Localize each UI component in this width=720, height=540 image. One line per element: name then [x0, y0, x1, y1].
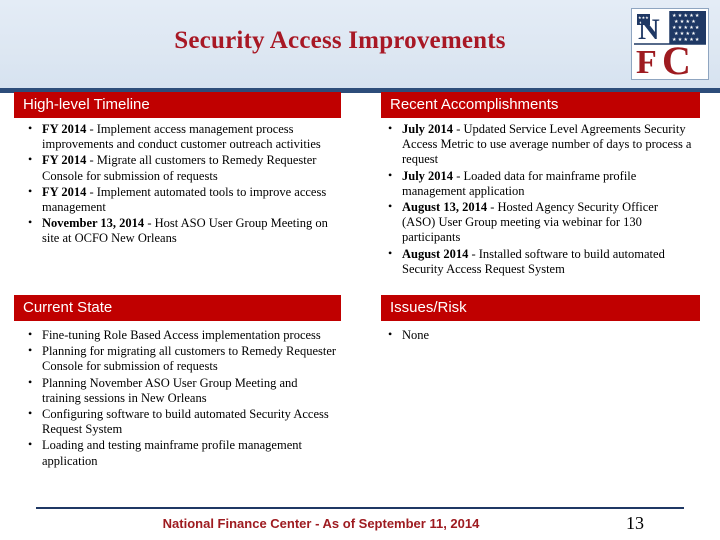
list-item: Planning November ASO User Group Meeting… [26, 375, 338, 406]
current-state-list: Fine-tuning Role Based Access implementa… [26, 327, 338, 470]
accomplishments-list: July 2014 - Updated Service Level Agreem… [386, 121, 692, 278]
footer-divider-rule [36, 507, 684, 509]
list-item: July 2014 - Loaded data for mainframe pr… [386, 168, 692, 199]
svg-text:F: F [636, 44, 657, 77]
list-item-text: Planning November ASO User Group Meeting… [42, 375, 298, 405]
list-item-text: Loading and testing mainframe profile ma… [42, 438, 302, 468]
nfc-logo: ★ ★ ★ ★ ★ ★ ★ ★ ★ ★ ★ ★ ★ ★ ★ ★ ★ ★ ★ ★ … [631, 8, 709, 80]
list-item: Loading and testing mainframe profile ma… [26, 437, 338, 468]
list-item: Configuring software to build automated … [26, 406, 338, 437]
list-item-lead: FY 2014 [42, 122, 87, 136]
nfc-logo-artwork: ★ ★ ★ ★ ★ ★ ★ ★ ★ ★ ★ ★ ★ ★ ★ ★ ★ ★ ★ ★ … [634, 11, 706, 77]
svg-text:★ ★ ★ ★: ★ ★ ★ ★ [674, 19, 696, 25]
list-item-text: Fine-tuning Role Based Access implementa… [42, 328, 321, 342]
list-item-text: None [402, 328, 430, 342]
panel-heading-accomplishments: Recent Accomplishments [381, 92, 700, 118]
list-item-lead: FY 2014 [42, 184, 87, 199]
panel-heading-issues-risk: Issues/Risk [381, 295, 700, 321]
list-item: FY 2014 - Migrate all customers to Remed… [26, 152, 338, 183]
panel-heading-current-state: Current State [14, 295, 341, 321]
svg-text:N: N [638, 13, 660, 46]
list-item: Planning for migrating all customers to … [26, 343, 338, 374]
list-item: November 13, 2014 - Host ASO User Group … [26, 215, 338, 246]
timeline-list: FY 2014 - Implement access management pr… [26, 121, 338, 248]
list-item-text: Planning for migrating all customers to … [42, 344, 337, 374]
list-item-lead: August 13, 2014 [402, 200, 488, 215]
list-item-lead: FY 2014 [42, 153, 87, 168]
list-item-lead: November 13, 2014 [42, 216, 145, 231]
footer-text: National Finance Center - As of Septembe… [162, 516, 480, 531]
list-item: August 2014 - Installed software to buil… [386, 246, 692, 277]
list-item-lead: July 2014 [402, 168, 454, 183]
nfc-logo-icon: ★ ★ ★ ★ ★ ★ ★ ★ ★ ★ ★ ★ ★ ★ ★ ★ ★ ★ ★ ★ … [634, 11, 706, 77]
slide: Security Access Improvements ★ ★ ★ ★ ★ ★… [0, 0, 720, 540]
list-item-lead: July 2014 [402, 122, 454, 136]
page-number: 13 [626, 513, 644, 533]
list-item: None [386, 327, 692, 343]
list-item: FY 2014 - Implement automated tools to i… [26, 184, 338, 215]
list-item: FY 2014 - Implement access management pr… [26, 121, 338, 152]
list-item: Fine-tuning Role Based Access implementa… [26, 327, 338, 343]
page-title: Security Access Improvements [174, 27, 506, 54]
panel-heading-timeline: High-level Timeline [14, 92, 341, 118]
list-item: August 13, 2014 - Hosted Agency Security… [386, 199, 692, 246]
list-item: July 2014 - Updated Service Level Agreem… [386, 121, 692, 168]
svg-text:★ ★ ★ ★ ★: ★ ★ ★ ★ ★ [672, 25, 700, 31]
svg-text:★ ★ ★ ★ ★: ★ ★ ★ ★ ★ [672, 13, 700, 19]
issues-risk-list: None [386, 327, 692, 344]
list-item-lead: August 2014 [402, 246, 469, 261]
list-item-text: Configuring software to build automated … [42, 407, 329, 437]
svg-text:★ ★ ★ ★: ★ ★ ★ ★ [674, 31, 696, 37]
